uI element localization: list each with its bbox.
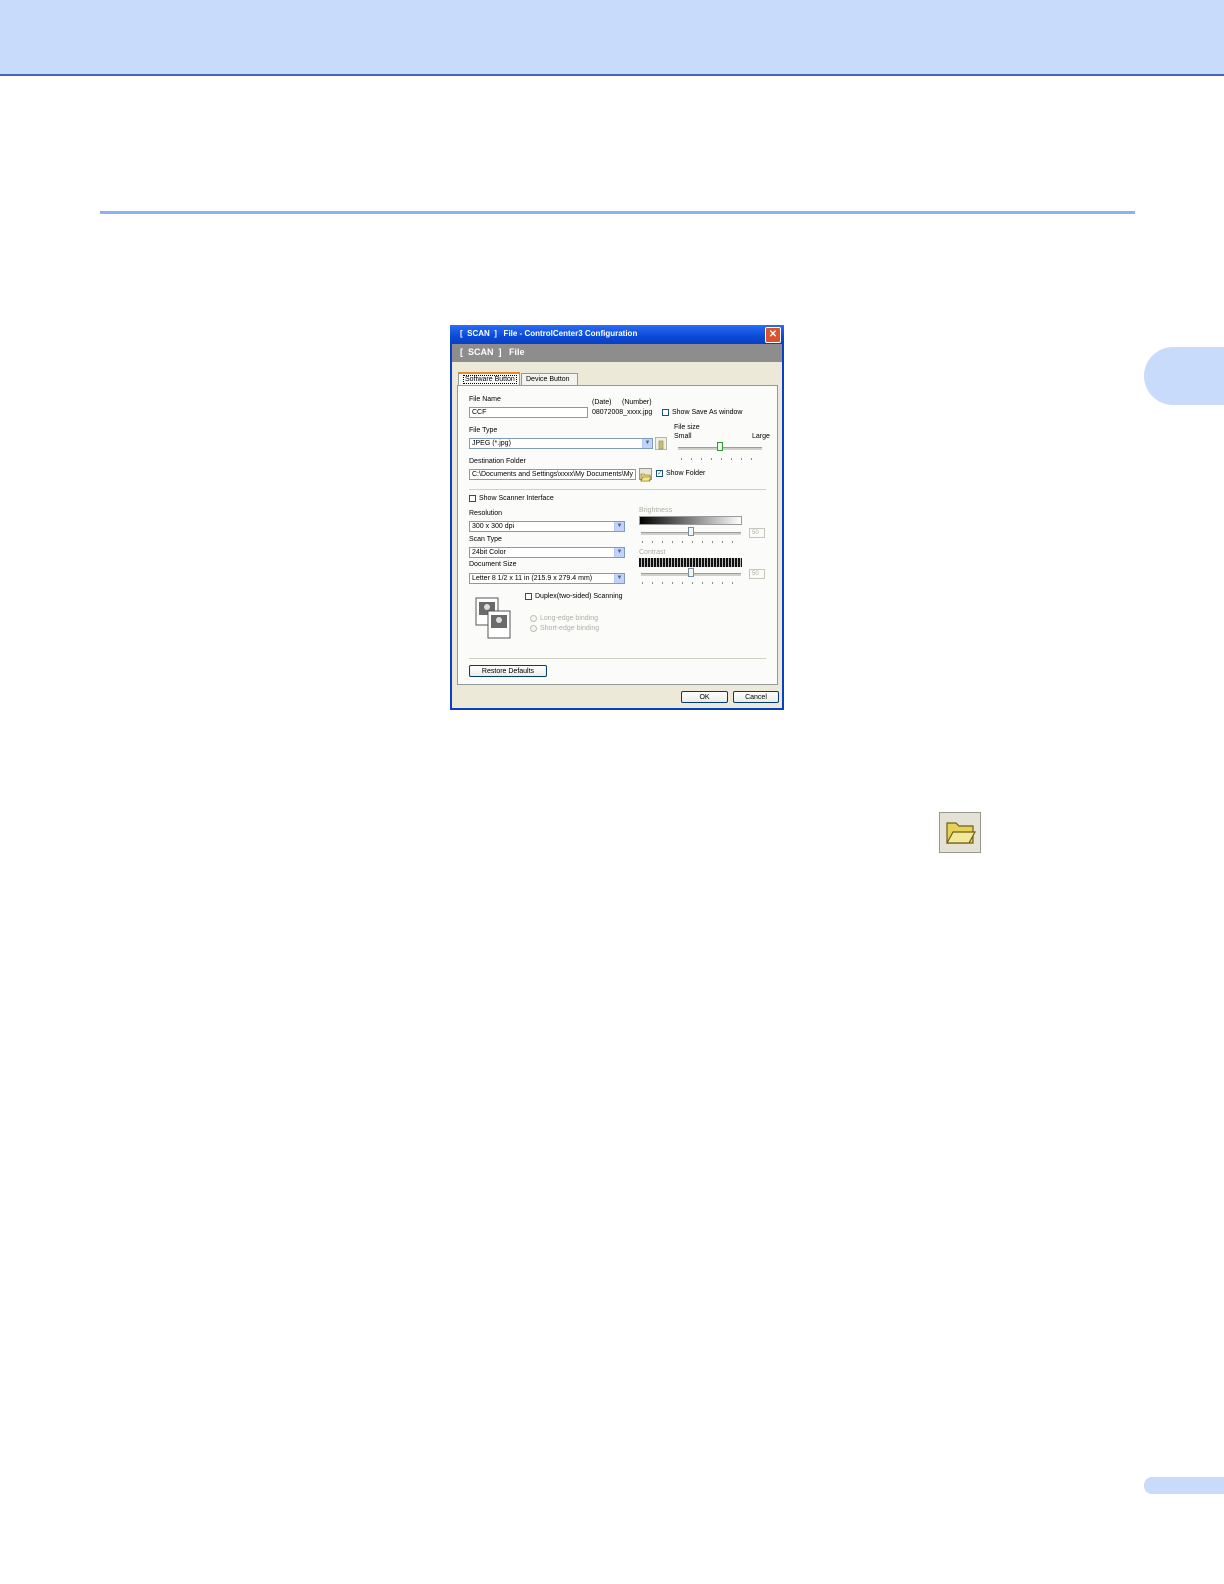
chevron-down-icon: ▼ <box>614 522 624 531</box>
long-edge-radio[interactable] <box>530 615 537 622</box>
brightness-gradient <box>639 516 742 525</box>
info-icon <box>658 440 664 450</box>
ok-button[interactable]: OK <box>681 691 728 703</box>
header-strip: [ SCAN ] File <box>452 344 782 362</box>
file-type-select[interactable]: JPEG (*.jpg) ▼ <box>469 438 653 449</box>
contrast-label: Contrast <box>639 549 666 556</box>
duplex-checkbox[interactable] <box>525 593 532 600</box>
show-save-as-checkbox[interactable] <box>662 409 669 416</box>
duplex-label: Duplex(two-sided) Scanning <box>535 593 623 600</box>
file-size-large-label: Large <box>752 433 770 440</box>
folder-button-illustration <box>939 812 981 853</box>
scan-type-value: 24bit Color <box>472 549 506 556</box>
page-number-tab <box>1144 1477 1224 1494</box>
brightness-value[interactable]: 50 <box>749 528 765 538</box>
date-label: (Date) <box>592 399 612 406</box>
brightness-ticks <box>642 541 742 543</box>
document-size-label: Document Size <box>469 561 517 568</box>
file-name-label: File Name <box>469 396 501 403</box>
document-size-select[interactable]: Letter 8 1/2 x 11 in (215.9 x 279.4 mm) … <box>469 573 625 584</box>
file-name-example: 08072008_xxxx.jpg <box>592 409 653 416</box>
scan-type-label: Scan Type <box>469 536 502 543</box>
file-size-ticks <box>681 458 761 460</box>
contrast-ticks <box>642 582 742 584</box>
divider <box>469 658 766 659</box>
chapter-tab <box>1144 347 1224 405</box>
tab-device-button[interactable]: Device Button <box>521 373 578 385</box>
browse-folder-button[interactable] <box>639 468 652 482</box>
settings-panel: File Name CCF (Date) (Number) 08072008_x… <box>457 385 778 685</box>
tab-label: Software Button <box>463 375 517 384</box>
title-bar[interactable]: [ SCAN ] File - ControlCenter3 Configura… <box>450 325 784 344</box>
open-folder-icon <box>945 822 977 844</box>
file-size-slider[interactable] <box>717 442 723 451</box>
brightness-label: Brightness <box>639 507 673 514</box>
resolution-label: Resolution <box>469 510 503 517</box>
header-title: [ SCAN ] File <box>460 347 525 357</box>
window-title: [ SCAN ] File - ControlCenter3 Configura… <box>460 329 638 338</box>
restore-defaults-button[interactable]: Restore Defaults <box>469 665 547 677</box>
page-header-band <box>0 0 1224 76</box>
show-save-as-label: Show Save As window <box>672 409 743 416</box>
chevron-down-icon: ▼ <box>642 439 652 448</box>
document-size-value: Letter 8 1/2 x 11 in (215.9 x 279.4 mm) <box>472 575 593 582</box>
chevron-down-icon: ▼ <box>614 574 624 583</box>
divider <box>469 489 766 490</box>
info-button[interactable] <box>655 437 667 450</box>
show-scanner-interface-checkbox[interactable] <box>469 495 476 502</box>
open-folder-icon <box>640 473 652 482</box>
configuration-dialog: [ SCAN ] File - ControlCenter3 Configura… <box>450 325 784 710</box>
close-button[interactable]: ✕ <box>765 327 781 343</box>
contrast-value[interactable]: 50 <box>749 569 765 579</box>
show-scanner-interface-label: Show Scanner Interface <box>479 495 554 502</box>
contrast-slider[interactable] <box>688 568 694 577</box>
destination-folder-input[interactable]: C:\Documents and Settings\xxxx\My Docume… <box>469 469 636 480</box>
tab-label: Device Button <box>526 376 570 383</box>
file-type-value: JPEG (*.jpg) <box>472 440 511 447</box>
dialog-client: [ SCAN ] File Software Button Device But… <box>452 344 782 708</box>
resolution-value: 300 x 300 dpi <box>472 523 515 530</box>
tab-software-button[interactable]: Software Button <box>458 372 520 386</box>
checkmark-icon: ✓ <box>657 470 663 477</box>
long-edge-label: Long-edge binding <box>540 615 598 622</box>
cancel-button[interactable]: Cancel <box>733 691 779 703</box>
duplex-pages-icon <box>475 597 513 639</box>
section-rule <box>100 211 1135 214</box>
brightness-slider[interactable] <box>688 527 694 536</box>
show-folder-checkbox[interactable]: ✓ <box>656 470 663 477</box>
file-size-label: File size <box>674 424 700 431</box>
short-edge-label: Short-edge binding <box>540 625 600 632</box>
scan-type-select[interactable]: 24bit Color ▼ <box>469 547 625 558</box>
resolution-select[interactable]: 300 x 300 dpi ▼ <box>469 521 625 532</box>
file-type-label: File Type <box>469 427 498 434</box>
chevron-down-icon: ▼ <box>614 548 624 557</box>
contrast-pattern <box>639 558 742 567</box>
number-label: (Number) <box>622 399 652 406</box>
file-size-small-label: Small <box>674 433 692 440</box>
file-name-input[interactable]: CCF <box>469 407 588 418</box>
show-folder-label: Show Folder <box>666 470 706 477</box>
short-edge-radio[interactable] <box>530 625 537 632</box>
destination-folder-label: Destination Folder <box>469 458 526 465</box>
